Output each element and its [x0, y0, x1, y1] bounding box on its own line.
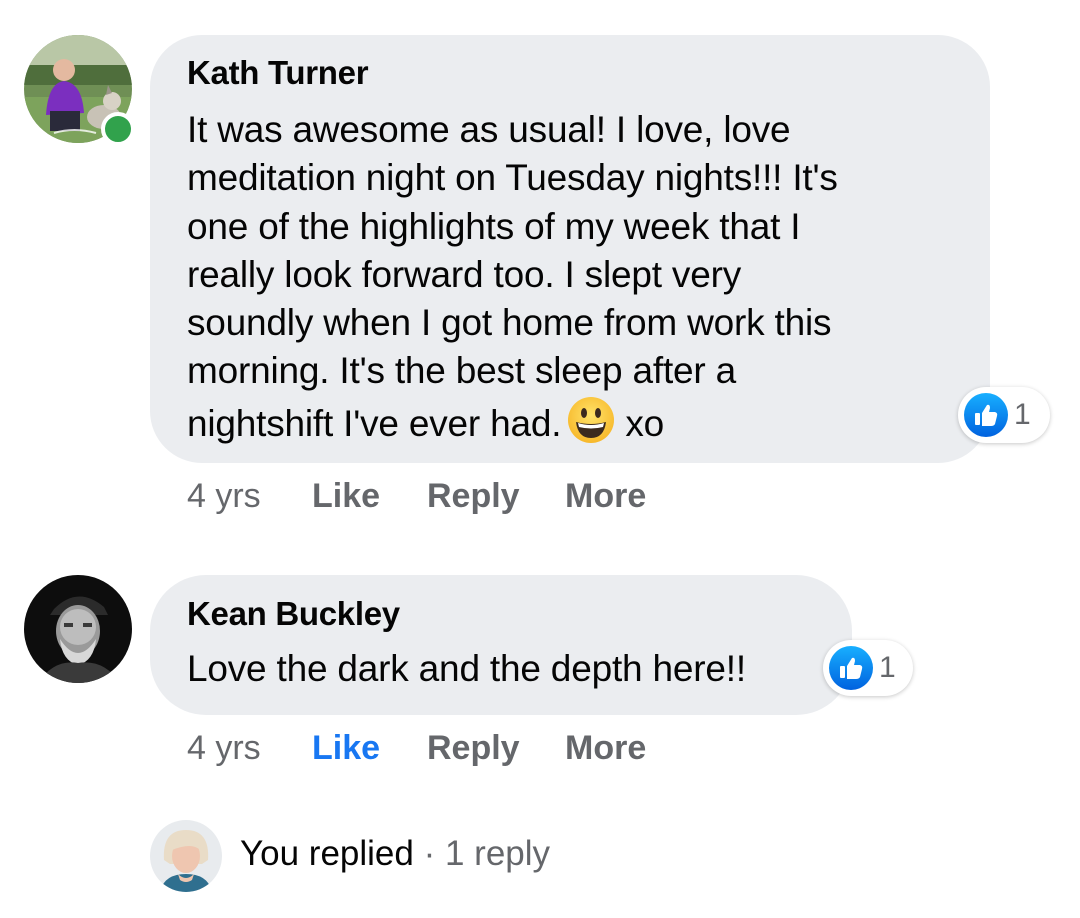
comment-text-line: nightshift I've ever had.: [187, 402, 562, 444]
reaction-badge[interactable]: 1: [958, 387, 1050, 443]
comment-text-line: really look forward too. I slept very: [187, 253, 741, 295]
like-button[interactable]: Like: [312, 729, 380, 768]
reaction-count: 1: [1014, 398, 1031, 431]
reply-count: 1 reply: [444, 834, 551, 873]
comment-actions: 4 yrs Like Reply More: [187, 477, 787, 521]
more-button[interactable]: More: [565, 729, 646, 768]
more-button[interactable]: More: [565, 477, 646, 516]
comment-text-last-line: nightshift I've ever had. xo: [187, 396, 838, 456]
comment-text-line: morning. It's the best sleep after a: [187, 350, 736, 392]
like-button[interactable]: Like: [312, 477, 380, 516]
thumbs-up-icon: [829, 646, 873, 690]
avatar-kean-buckley[interactable]: [24, 575, 132, 683]
comment-text-suffix: xo: [625, 402, 665, 444]
comment-author-name[interactable]: Kath Turner: [187, 54, 369, 92]
comment-text-line: soundly when I got home from work this: [187, 302, 832, 344]
comment-timestamp[interactable]: 4 yrs: [187, 477, 261, 516]
separator-dot: ·: [423, 834, 436, 873]
you-replied-label: You replied: [240, 834, 414, 873]
reaction-badge[interactable]: 1: [823, 640, 913, 696]
comment-text-line: meditation night on Tuesday nights!!! It…: [187, 157, 838, 199]
reaction-count: 1: [879, 651, 896, 684]
avatar-photo: [150, 820, 222, 892]
reply-summary-link[interactable]: You replied · 1 reply: [240, 834, 550, 874]
comment-text-line: It was awesome as usual! I love, love: [187, 109, 791, 150]
grinning-face-emoji: [567, 396, 615, 456]
comment-text: Love the dark and the depth here!!: [187, 645, 746, 693]
comment-text-line: Love the dark and the depth here!!: [187, 648, 746, 689]
reply-button[interactable]: Reply: [427, 729, 520, 768]
thumbs-up-icon: [964, 393, 1008, 437]
avatar-current-user: [150, 820, 222, 892]
comment-actions: 4 yrs Like Reply More: [187, 729, 787, 773]
comment-text-line: one of the highlights of my week that I: [187, 205, 801, 247]
comment-text: It was awesome as usual! I love, love me…: [187, 106, 838, 456]
online-status-indicator: [101, 112, 135, 146]
comment-timestamp[interactable]: 4 yrs: [187, 729, 261, 768]
avatar-photo: [24, 575, 132, 683]
comment-author-name[interactable]: Kean Buckley: [187, 595, 400, 633]
reply-button[interactable]: Reply: [427, 477, 520, 516]
